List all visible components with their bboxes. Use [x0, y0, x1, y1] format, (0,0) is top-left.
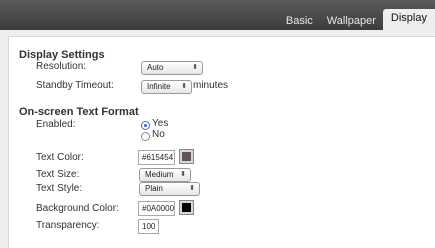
standby-timeout-select[interactable]: Infinite ⬍: [141, 80, 192, 94]
tab-basic[interactable]: Basic: [279, 13, 320, 30]
enabled-yes-label: Yes: [152, 118, 169, 129]
text-color-input[interactable]: #615454: [138, 150, 175, 165]
text-style-label: Text Style:: [36, 183, 83, 194]
standby-timeout-label: Standby Timeout:: [36, 80, 114, 91]
resolution-label: Resolution:: [36, 61, 87, 72]
text-color-swatch[interactable]: [179, 149, 194, 164]
background-color-swatch[interactable]: [179, 200, 194, 215]
text-style-value: Plain: [145, 184, 163, 193]
text-color-label: Text Color:: [36, 152, 84, 163]
standby-timeout-value: Infinite: [147, 82, 171, 91]
text-size-select[interactable]: Medium ⬍: [139, 168, 191, 182]
text-size-value: Medium: [145, 170, 174, 179]
transparency-label: Transparency:: [36, 220, 100, 231]
enabled-label: Enabled:: [36, 119, 76, 130]
tab-bar: Basic Wallpaper Display: [279, 9, 435, 30]
text-size-label: Text Size:: [36, 169, 80, 180]
resolution-select[interactable]: Auto ⬍: [141, 61, 203, 75]
top-bar: Basic Wallpaper Display: [0, 0, 435, 30]
background-color-input[interactable]: #0A0000: [138, 201, 175, 216]
resolution-value: Auto: [147, 63, 164, 72]
text-color-swatch-fill: [182, 152, 191, 161]
minutes-suffix: minutes: [193, 80, 229, 91]
enabled-no-radio[interactable]: [141, 132, 150, 141]
up-down-arrows-icon: ⬍: [181, 83, 187, 90]
settings-panel: Display Settings Resolution: Auto ⬍ Stan…: [8, 36, 435, 248]
background-color-label: Background Color:: [36, 203, 119, 214]
tab-wallpaper[interactable]: Wallpaper: [320, 13, 383, 30]
display-settings-heading: Display Settings: [19, 49, 105, 61]
text-format-heading: On-screen Text Format: [19, 106, 139, 118]
text-style-select[interactable]: Plain ⬍: [139, 182, 200, 196]
background-color-swatch-fill: [182, 203, 191, 212]
enabled-yes-radio[interactable]: [141, 121, 150, 130]
enabled-no-label: No: [152, 129, 165, 140]
transparency-input[interactable]: 100: [138, 219, 159, 234]
tab-display[interactable]: Display: [382, 9, 435, 30]
up-down-arrows-icon: ⬍: [189, 185, 195, 192]
up-down-arrows-icon: ⬍: [180, 171, 186, 178]
up-down-arrows-icon: ⬍: [192, 64, 198, 71]
